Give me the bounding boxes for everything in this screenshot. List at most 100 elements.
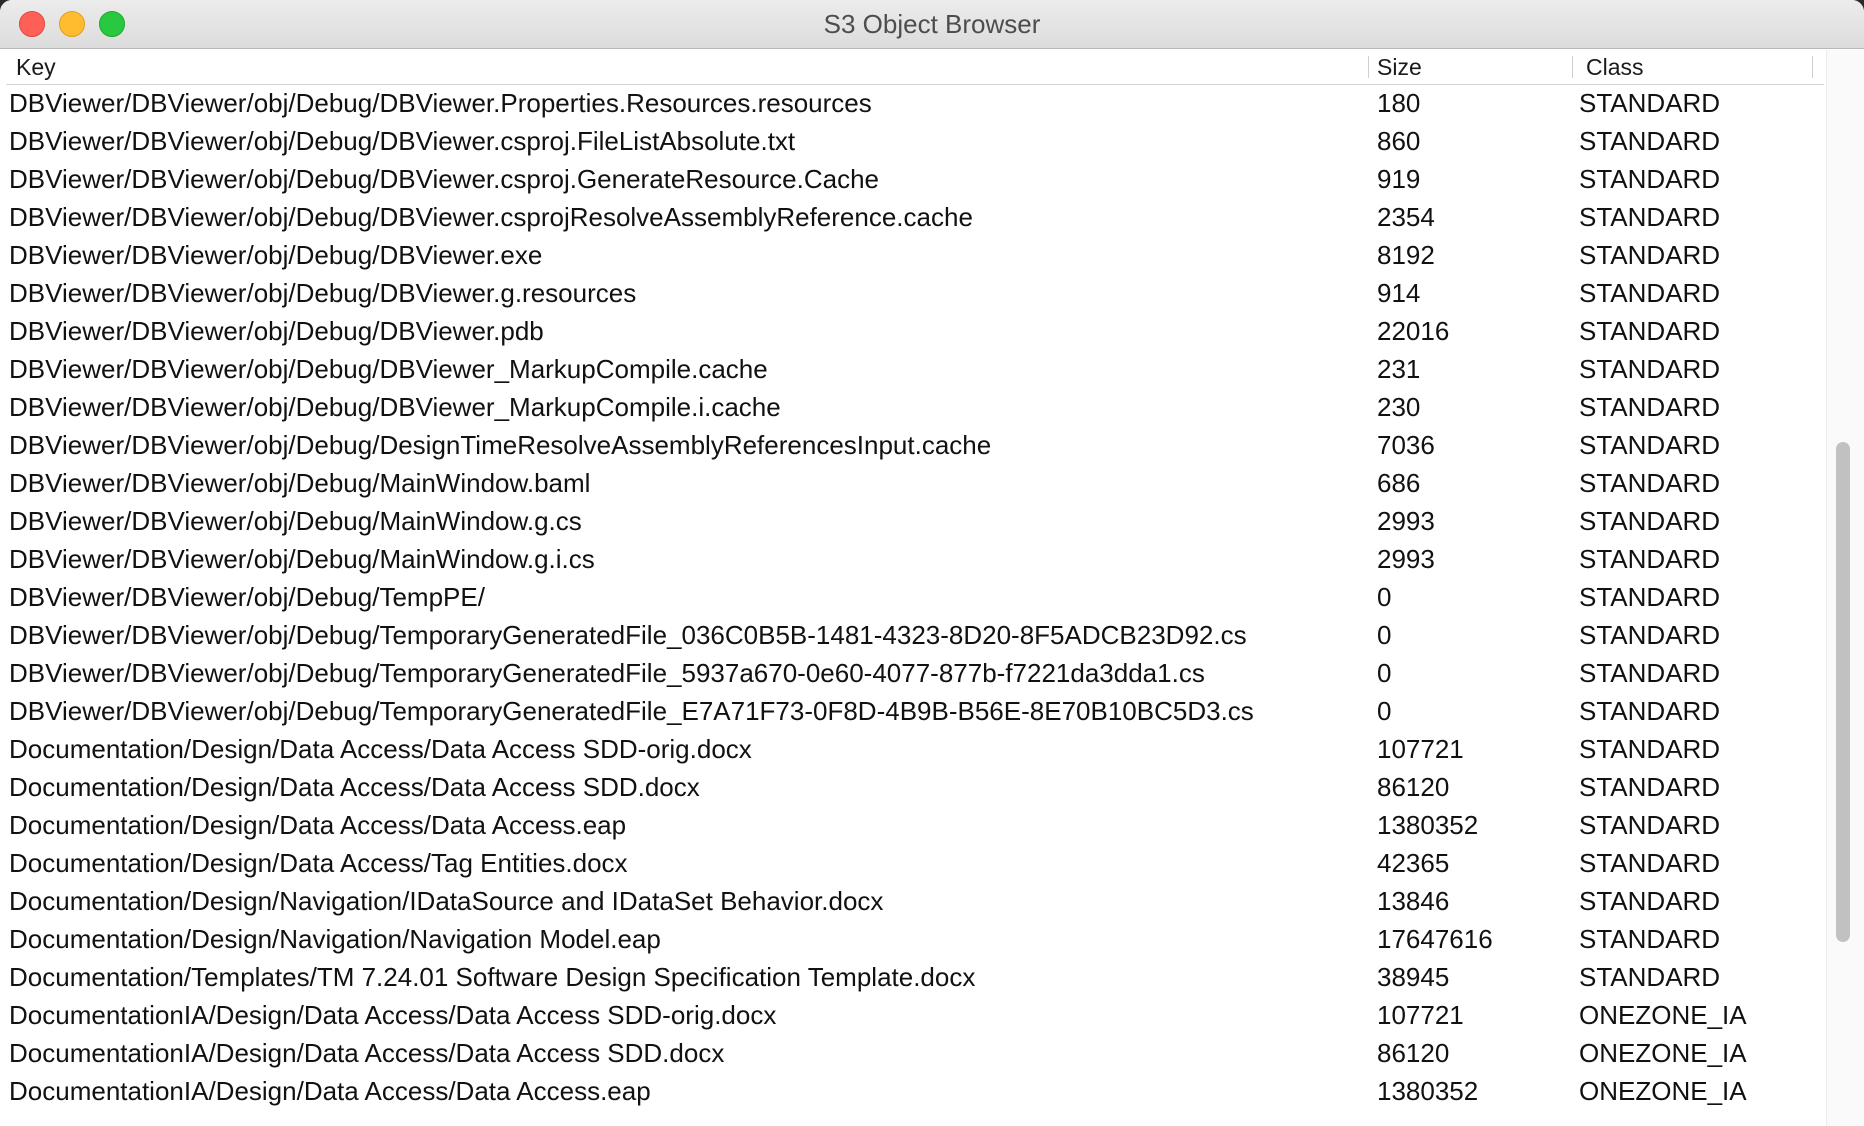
table-row[interactable]: DBViewer/DBViewer/obj/Debug/DBViewer.csp… (6, 199, 1824, 237)
column-header-class[interactable]: Class (1586, 54, 1644, 81)
cell-size: 230 (1377, 392, 1421, 422)
cell-key: DBViewer/DBViewer/obj/Debug/TemporaryGen… (9, 620, 1247, 650)
cell-class: STANDARD (1579, 696, 1721, 726)
table-header: Key Size Class (6, 50, 1824, 85)
cell-size: 38945 (1377, 962, 1450, 992)
table-row[interactable]: Documentation/Design/Data Access/Data Ac… (6, 731, 1824, 769)
cell-class: STANDARD (1579, 126, 1721, 156)
cell-key: DBViewer/DBViewer/obj/Debug/TemporaryGen… (9, 658, 1205, 688)
cell-size: 17647616 (1377, 924, 1493, 954)
cell-size: 919 (1377, 164, 1421, 194)
cell-class: STANDARD (1579, 658, 1721, 688)
cell-key: DBViewer/DBViewer/obj/Debug/DBViewer_Mar… (9, 354, 768, 384)
table-row[interactable]: DBViewer/DBViewer/obj/Debug/MainWindow.g… (6, 541, 1824, 579)
cell-class: STANDARD (1579, 278, 1721, 308)
cell-size: 13846 (1377, 886, 1450, 916)
cell-class: STANDARD (1579, 316, 1721, 346)
table-row[interactable]: Documentation/Design/Data Access/Data Ac… (6, 807, 1824, 845)
column-resize-handle[interactable] (1368, 56, 1369, 78)
cell-key: DBViewer/DBViewer/obj/Debug/MainWindow.b… (9, 468, 591, 498)
column-resize-handle[interactable] (1812, 56, 1813, 78)
column-header-key[interactable]: Key (16, 54, 56, 81)
cell-key: DocumentationIA/Design/Data Access/Data … (9, 1000, 777, 1030)
cell-size: 860 (1377, 126, 1421, 156)
cell-class: STANDARD (1579, 924, 1721, 954)
cell-class: STANDARD (1579, 734, 1721, 764)
cell-key: Documentation/Design/Data Access/Data Ac… (9, 772, 700, 802)
cell-size: 2354 (1377, 202, 1435, 232)
table-row[interactable]: Documentation/Design/Navigation/Navigati… (6, 921, 1824, 959)
cell-key: Documentation/Design/Navigation/Navigati… (9, 924, 661, 954)
cell-size: 1380352 (1377, 1076, 1479, 1106)
table-row[interactable]: DBViewer/DBViewer/obj/Debug/DBViewer.csp… (6, 161, 1824, 199)
cell-size: 2993 (1377, 544, 1435, 574)
cell-size: 914 (1377, 278, 1421, 308)
cell-size: 8192 (1377, 240, 1435, 270)
cell-class: ONEZONE_IA (1579, 1000, 1747, 1030)
cell-key: DBViewer/DBViewer/obj/Debug/MainWindow.g… (9, 506, 582, 536)
table-body: DBViewer/DBViewer/obj/Debug/DBViewer.Pro… (6, 85, 1824, 1111)
table-row[interactable]: DBViewer/DBViewer/obj/Debug/DBViewer.Pro… (6, 85, 1824, 123)
title-bar[interactable]: S3 Object Browser (0, 0, 1864, 49)
table-row[interactable]: DocumentationIA/Design/Data Access/Data … (6, 1073, 1824, 1111)
table-row[interactable]: DBViewer/DBViewer/obj/Debug/TemporaryGen… (6, 617, 1824, 655)
table-row[interactable]: DBViewer/DBViewer/obj/Debug/DBViewer.exe… (6, 237, 1824, 275)
window-title: S3 Object Browser (823, 9, 1041, 39)
cell-class: STANDARD (1579, 772, 1721, 802)
cell-size: 7036 (1377, 430, 1435, 460)
table-row[interactable]: DBViewer/DBViewer/obj/Debug/TempPE/0 STAN… (6, 579, 1824, 617)
cell-class: STANDARD (1579, 468, 1721, 498)
cell-class: STANDARD (1579, 848, 1721, 878)
cell-size: 2993 (1377, 506, 1435, 536)
cell-key: DBViewer/DBViewer/obj/Debug/DesignTimeRe… (9, 430, 992, 460)
cell-key: DocumentationIA/Design/Data Access/Data … (9, 1038, 725, 1068)
cell-key: Documentation/Design/Data Access/Tag Ent… (9, 848, 628, 878)
cell-class: STANDARD (1579, 506, 1721, 536)
table-row[interactable]: Documentation/Design/Data Access/Data Ac… (6, 769, 1824, 807)
table-row[interactable]: DBViewer/DBViewer/obj/Debug/TemporaryGen… (6, 655, 1824, 693)
table-row[interactable]: DBViewer/DBViewer/obj/Debug/MainWindow.b… (6, 465, 1824, 503)
cell-key: DBViewer/DBViewer/obj/Debug/TempPE/ (9, 582, 485, 612)
table-row[interactable]: DocumentationIA/Design/Data Access/Data … (6, 997, 1824, 1035)
cell-key: DBViewer/DBViewer/obj/Debug/DBViewer.exe (9, 240, 543, 270)
cell-size: 107721 (1377, 734, 1464, 764)
cell-size: 231 (1377, 354, 1421, 384)
cell-size: 86120 (1377, 1038, 1450, 1068)
cell-class: STANDARD (1579, 544, 1721, 574)
table-row[interactable]: DBViewer/DBViewer/obj/Debug/DBViewer_Mar… (6, 351, 1824, 389)
cell-key: Documentation/Design/Navigation/IDataSou… (9, 886, 884, 916)
cell-key: DBViewer/DBViewer/obj/Debug/DBViewer.g.r… (9, 278, 637, 308)
table-row[interactable]: DBViewer/DBViewer/obj/Debug/DBViewer_Mar… (6, 389, 1824, 427)
cell-class: STANDARD (1579, 88, 1721, 118)
table-row[interactable]: DBViewer/DBViewer/obj/Debug/TemporaryGen… (6, 693, 1824, 731)
table-row[interactable]: DBViewer/DBViewer/obj/Debug/DBViewer.csp… (6, 123, 1824, 161)
scrollbar-thumb[interactable] (1836, 442, 1850, 942)
cell-key: DocumentationIA/Design/Data Access/Data … (9, 1076, 651, 1106)
column-resize-handle[interactable] (1572, 56, 1573, 78)
vertical-scrollbar[interactable] (1826, 50, 1864, 1126)
table-row[interactable]: DocumentationIA/Design/Data Access/Data … (6, 1035, 1824, 1073)
cell-class: STANDARD (1579, 392, 1721, 422)
cell-key: Documentation/Design/Data Access/Data Ac… (9, 810, 627, 840)
cell-key: DBViewer/DBViewer/obj/Debug/DBViewer.csp… (9, 164, 879, 194)
table-row[interactable]: DBViewer/DBViewer/obj/Debug/MainWindow.g… (6, 503, 1824, 541)
table-row[interactable]: Documentation/Design/Data Access/Tag Ent… (6, 845, 1824, 883)
table-row[interactable]: Documentation/Templates/TM 7.24.01 Softw… (6, 959, 1824, 997)
cell-key: Documentation/Templates/TM 7.24.01 Softw… (9, 962, 976, 992)
cell-key: DBViewer/DBViewer/obj/Debug/DBViewer.Pro… (9, 88, 872, 118)
cell-size: 107721 (1377, 1000, 1464, 1030)
table-row[interactable]: DBViewer/DBViewer/obj/Debug/DesignTimeRe… (6, 427, 1824, 465)
cell-size: 42365 (1377, 848, 1450, 878)
s3-object-browser-window: S3 Object Browser Key Size Class DBViewe… (0, 0, 1864, 1126)
cell-class: STANDARD (1579, 430, 1721, 460)
table-row[interactable]: DBViewer/DBViewer/obj/Debug/DBViewer.g.r… (6, 275, 1824, 313)
table-row[interactable]: DBViewer/DBViewer/obj/Debug/DBViewer.pdb… (6, 313, 1824, 351)
cell-class: ONEZONE_IA (1579, 1038, 1747, 1068)
column-header-size[interactable]: Size (1377, 54, 1422, 81)
table-row[interactable]: Documentation/Design/Navigation/IDataSou… (6, 883, 1824, 921)
cell-key: DBViewer/DBViewer/obj/Debug/DBViewer_Mar… (9, 392, 781, 422)
cell-size: 1380352 (1377, 810, 1479, 840)
cell-class: STANDARD (1579, 240, 1721, 270)
cell-key: DBViewer/DBViewer/obj/Debug/MainWindow.g… (9, 544, 595, 574)
cell-class: STANDARD (1579, 354, 1721, 384)
